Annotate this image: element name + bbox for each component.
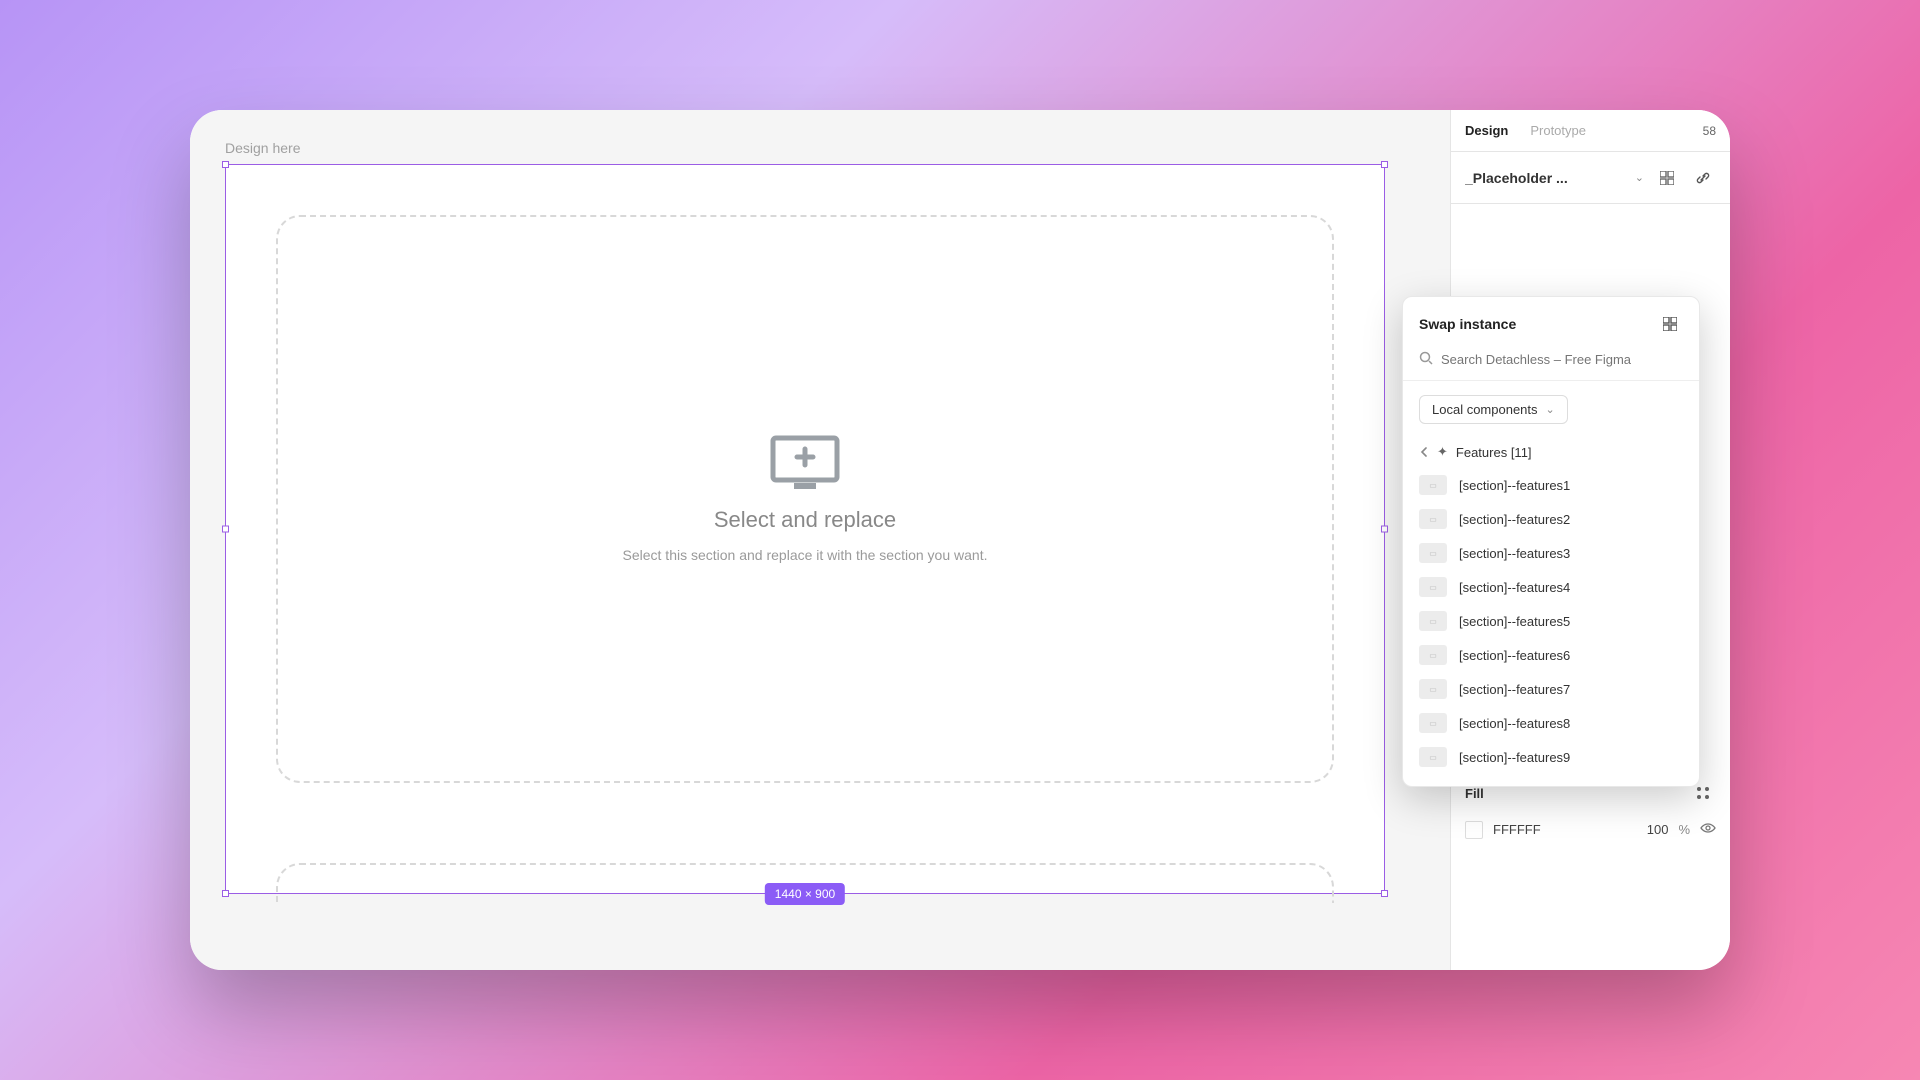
placeholder-title: Select and replace bbox=[714, 507, 896, 533]
component-name[interactable]: _Placeholder ... bbox=[1465, 170, 1625, 186]
list-item[interactable]: ▭ [section]--features5 bbox=[1413, 604, 1689, 638]
item-label: [section]--features6 bbox=[1459, 648, 1570, 663]
resize-handle-ml[interactable] bbox=[222, 526, 229, 533]
list-item[interactable]: ▭ [section]--features9 bbox=[1413, 740, 1689, 774]
list-item[interactable]: ▭ [section]--features7 bbox=[1413, 672, 1689, 706]
app-window: Design here Select and replace Select th… bbox=[190, 110, 1730, 970]
detach-icon[interactable] bbox=[1690, 165, 1716, 191]
fill-swatch[interactable] bbox=[1465, 821, 1483, 839]
component-header: _Placeholder ... ⌄ bbox=[1451, 152, 1730, 204]
search-input[interactable] bbox=[1441, 352, 1683, 367]
tab-prototype[interactable]: Prototype bbox=[1530, 123, 1586, 138]
list-item[interactable]: ▭ [section]--features8 bbox=[1413, 706, 1689, 740]
sparkle-icon: ✦ bbox=[1437, 444, 1448, 460]
thumbnail-icon: ▭ bbox=[1419, 611, 1447, 631]
visibility-icon[interactable] bbox=[1700, 820, 1716, 839]
item-label: [section]--features8 bbox=[1459, 716, 1570, 731]
thumbnail-icon: ▭ bbox=[1419, 645, 1447, 665]
list-item[interactable]: ▭ [section]--features4 bbox=[1413, 570, 1689, 604]
placeholder-section[interactable]: Select and replace Select this section a… bbox=[276, 215, 1334, 783]
inspector-number: 58 bbox=[1703, 124, 1716, 138]
scope-dropdown[interactable]: Local components ⌄ bbox=[1419, 395, 1568, 424]
thumbnail-icon: ▭ bbox=[1419, 475, 1447, 495]
grid-icon[interactable] bbox=[1654, 165, 1680, 191]
tab-design[interactable]: Design bbox=[1465, 123, 1508, 138]
item-label: [section]--features4 bbox=[1459, 580, 1570, 595]
list-item[interactable]: ▭ [section]--features2 bbox=[1413, 502, 1689, 536]
swap-title: Swap instance bbox=[1419, 316, 1516, 332]
placeholder-subtitle: Select this section and replace it with … bbox=[623, 547, 988, 563]
thumbnail-icon: ▭ bbox=[1419, 679, 1447, 699]
scope-label: Local components bbox=[1432, 402, 1538, 417]
item-label: [section]--features1 bbox=[1459, 478, 1570, 493]
selected-frame[interactable]: Select and replace Select this section a… bbox=[225, 164, 1385, 894]
component-list: ▭ [section]--features1 ▭ [section]--featur… bbox=[1403, 468, 1699, 786]
fill-label: Fill bbox=[1465, 786, 1484, 801]
fill-opacity[interactable]: 100 bbox=[1647, 822, 1669, 837]
breadcrumb-label: Features [11] bbox=[1456, 445, 1532, 460]
chevron-down-icon[interactable]: ⌄ bbox=[1635, 171, 1644, 184]
canvas-area[interactable]: Design here Select and replace Select th… bbox=[190, 110, 1450, 970]
breadcrumb: ✦ Features [11] bbox=[1403, 438, 1699, 468]
back-icon[interactable] bbox=[1419, 445, 1429, 460]
grid-view-icon[interactable] bbox=[1657, 311, 1683, 337]
item-label: [section]--features9 bbox=[1459, 750, 1570, 765]
resize-handle-br[interactable] bbox=[1381, 890, 1388, 897]
thumbnail-icon: ▭ bbox=[1419, 577, 1447, 597]
list-item[interactable]: ▭ [section]--features3 bbox=[1413, 536, 1689, 570]
resize-handle-tr[interactable] bbox=[1381, 161, 1388, 168]
item-label: [section]--features3 bbox=[1459, 546, 1570, 561]
item-label: [section]--features5 bbox=[1459, 614, 1570, 629]
frame-label[interactable]: Design here bbox=[225, 140, 1415, 156]
thumbnail-icon: ▭ bbox=[1419, 713, 1447, 733]
inspector-tabs: Design Prototype 58 bbox=[1451, 110, 1730, 152]
search-icon bbox=[1419, 351, 1433, 368]
resize-handle-tl[interactable] bbox=[222, 161, 229, 168]
resize-handle-mr[interactable] bbox=[1381, 526, 1388, 533]
list-item[interactable]: ▭ [section]--features6 bbox=[1413, 638, 1689, 672]
search-row bbox=[1403, 351, 1699, 381]
thumbnail-icon: ▭ bbox=[1419, 747, 1447, 767]
chevron-down-icon: ⌄ bbox=[1546, 403, 1555, 416]
fill-opacity-unit: % bbox=[1678, 822, 1690, 837]
monitor-plus-icon bbox=[770, 435, 840, 493]
fill-row[interactable]: FFFFFF 100 % bbox=[1465, 820, 1716, 839]
item-label: [section]--features7 bbox=[1459, 682, 1570, 697]
resize-handle-bl[interactable] bbox=[222, 890, 229, 897]
dimensions-badge: 1440 × 900 bbox=[765, 883, 845, 905]
fill-hex[interactable]: FFFFFF bbox=[1493, 822, 1637, 837]
thumbnail-icon: ▭ bbox=[1419, 543, 1447, 563]
list-item[interactable]: ▭ [section]--features1 bbox=[1413, 468, 1689, 502]
item-label: [section]--features2 bbox=[1459, 512, 1570, 527]
swap-instance-popover: Swap instance Local components ⌄ ✦ Featu… bbox=[1402, 296, 1700, 787]
thumbnail-icon: ▭ bbox=[1419, 509, 1447, 529]
